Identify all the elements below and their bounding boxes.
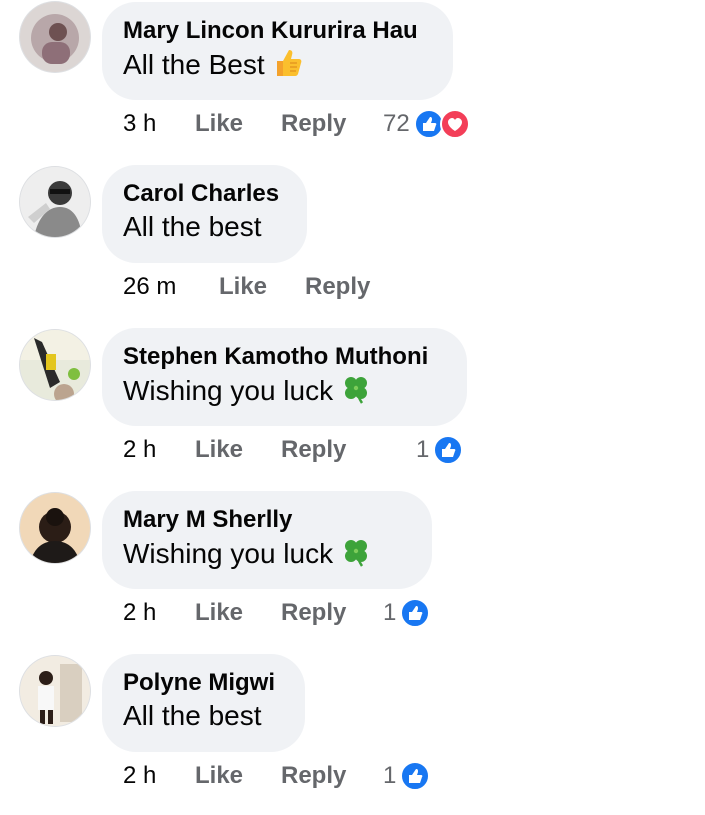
love-reaction-icon [439,109,470,139]
comment-bubble: Stephen Kamotho Muthoni Wishing you luck [102,328,467,426]
reply-link[interactable]: Reply [281,436,346,464]
thumbs-up-emoji-icon [271,46,305,80]
like-link[interactable]: Like [195,762,243,790]
like-link[interactable]: Like [219,273,267,301]
reply-link[interactable]: Reply [281,110,346,138]
like-reaction-icon [433,435,464,465]
comment-timestamp[interactable]: 2 h [123,762,156,790]
reply-link[interactable]: Reply [281,762,346,790]
reaction-summary[interactable]: 72 [383,108,470,140]
reaction-summary[interactable]: 1 [383,597,431,629]
like-reaction-icon [400,598,431,628]
avatar[interactable] [20,2,90,72]
commenter-name[interactable]: Carol Charles [123,179,285,209]
comment-timestamp[interactable]: 2 h [123,436,156,464]
like-link[interactable]: Like [195,599,243,627]
comment-text-content: All the Best [123,49,265,80]
avatar[interactable] [20,656,90,726]
comment-text: All the best [123,211,262,242]
avatar[interactable] [20,330,90,400]
comment-bubble: Polyne Migwi All the best [102,654,305,752]
reaction-count: 1 [383,762,397,789]
reply-link[interactable]: Reply [305,273,370,301]
like-reaction-icon [400,761,431,791]
comment-text-content: Wishing you luck [123,538,334,569]
comment: Mary Lincon Kururira Hau All the Best 3 … [0,0,705,163]
avatar[interactable] [20,167,90,237]
comment: Carol Charles All the best 26 m Like Rep… [0,163,705,326]
comment-bubble: Mary Lincon Kururira Hau All the Best [102,2,453,100]
reaction-summary[interactable]: 1 [416,434,464,466]
comment-text: Wishing you luck [123,372,445,409]
commenter-name[interactable]: Mary Lincon Kururira Hau [123,16,431,46]
comment-text-content: Wishing you luck [123,375,334,406]
comment-bubble: Carol Charles All the best [102,165,307,263]
comment-bubble: Mary M Sherlly Wishing you luck [102,491,432,589]
reaction-summary[interactable]: 1 [383,760,431,792]
four-leaf-clover-emoji-icon [339,372,373,406]
commenter-name[interactable]: Mary M Sherlly [123,505,410,535]
commenter-name[interactable]: Polyne Migwi [123,668,283,698]
comment-timestamp[interactable]: 26 m [123,273,176,301]
like-link[interactable]: Like [195,436,243,464]
comment: Polyne Migwi All the best 2 h Like Reply… [0,652,705,815]
like-link[interactable]: Like [195,110,243,138]
comment-timestamp[interactable]: 2 h [123,599,156,627]
comment: Stephen Kamotho Muthoni Wishing you luck… [0,326,705,489]
comment: Mary M Sherlly Wishing you luck 2 h Like… [0,489,705,652]
comment-text: All the Best [123,46,431,83]
commenter-name[interactable]: Stephen Kamotho Muthoni [123,342,445,372]
four-leaf-clover-emoji-icon [339,535,373,569]
reaction-count: 1 [416,436,430,463]
comment-text: Wishing you luck [123,535,410,572]
reply-link[interactable]: Reply [281,599,346,627]
reaction-count: 1 [383,599,397,626]
avatar[interactable] [20,493,90,563]
reaction-count: 72 [383,110,410,137]
comment-timestamp[interactable]: 3 h [123,110,156,138]
comment-text: All the best [123,700,262,731]
